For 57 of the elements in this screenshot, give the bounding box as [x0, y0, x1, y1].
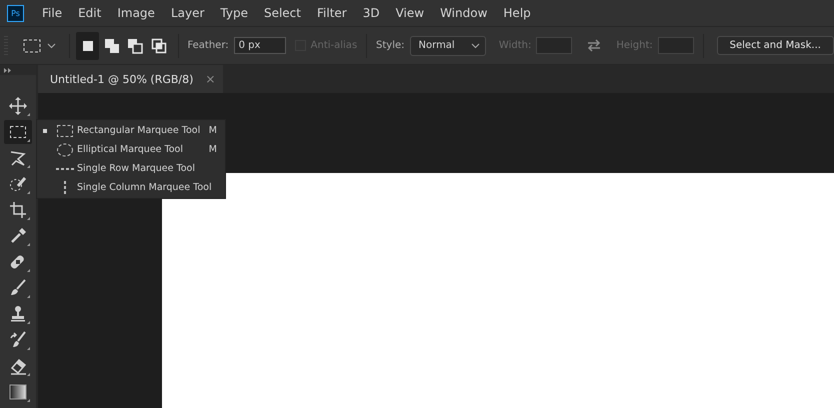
menu-item[interactable]: Layer: [162, 6, 212, 20]
menu-item[interactable]: Filter: [309, 6, 355, 20]
rectangle-marquee-icon: [56, 124, 74, 138]
menu-item[interactable]: Edit: [70, 6, 110, 20]
swap-icon[interactable]: [587, 39, 602, 52]
menu-item[interactable]: Type: [212, 6, 256, 20]
menu-item-label: Single Column Marquee Tool: [77, 182, 213, 193]
menu-item-label: Rectangular Marquee Tool: [77, 125, 202, 136]
gradient-icon: [9, 383, 27, 401]
collapse-icon[interactable]: [4, 68, 12, 72]
height-label: Height:: [616, 40, 653, 51]
menu-item[interactable]: View: [388, 6, 432, 20]
feather-label: Feather:: [187, 40, 229, 51]
intersect-selection-icon: [151, 38, 168, 54]
shortcut-label: M: [208, 144, 217, 155]
crop-icon: [9, 201, 27, 219]
menu-item[interactable]: Rectangular Marquee Tool M: [37, 121, 225, 140]
menu-item[interactable]: Elliptical Marquee Tool M: [37, 140, 225, 159]
app-logo: Ps: [7, 4, 24, 22]
feather-field[interactable]: 0 px: [234, 37, 286, 54]
eraser-icon: [9, 357, 27, 375]
style-label: Style:: [376, 40, 405, 51]
menu-item[interactable]: Select: [256, 6, 309, 20]
tool-button[interactable]: [4, 120, 32, 144]
menu-item[interactable]: Image: [109, 6, 163, 20]
menu-item[interactable]: Help: [495, 6, 539, 20]
selection-mode-button[interactable]: [76, 32, 100, 60]
select-and-mask-button[interactable]: Select and Mask...: [716, 36, 834, 55]
caret-icon: [470, 42, 480, 48]
caret-icon: [46, 42, 56, 48]
add-selection-icon: [104, 38, 120, 54]
stamp-icon: [9, 305, 27, 323]
close-tab-button[interactable]: ×: [205, 72, 216, 86]
menu-item[interactable]: Single Row Marquee Tool: [37, 159, 225, 178]
style-dropdown[interactable]: Normal: [410, 36, 486, 56]
marquee-icon: [9, 123, 27, 141]
menu-item-label: Elliptical Marquee Tool: [77, 144, 184, 155]
document-tab[interactable]: Untitled-1 @ 50% (RGB/8) ×: [38, 65, 223, 93]
tab-title: Untitled-1 @ 50% (RGB/8): [50, 72, 194, 86]
marquee-icon: [22, 38, 40, 52]
menu-item[interactable]: File: [34, 6, 70, 20]
subtract-selection-icon: [127, 38, 144, 54]
height-field[interactable]: [658, 37, 694, 54]
width-label: Width:: [498, 40, 532, 51]
eyedropper-icon: [9, 227, 27, 245]
lasso-icon: [9, 149, 27, 167]
brush-icon: [9, 279, 27, 297]
menu-item[interactable]: 3D: [354, 6, 388, 20]
quick-selection-icon: [9, 175, 27, 193]
history-brush-icon: [9, 331, 27, 349]
width-field[interactable]: [536, 37, 572, 54]
move-icon: [9, 97, 27, 115]
menu-item[interactable]: Single Column Marquee Tool: [37, 178, 225, 197]
menu-item[interactable]: Window: [432, 6, 496, 20]
menu-item-label: Single Row Marquee Tool: [77, 163, 196, 174]
ellipse-marquee-icon: [56, 142, 74, 156]
shortcut-label: M: [208, 125, 217, 136]
